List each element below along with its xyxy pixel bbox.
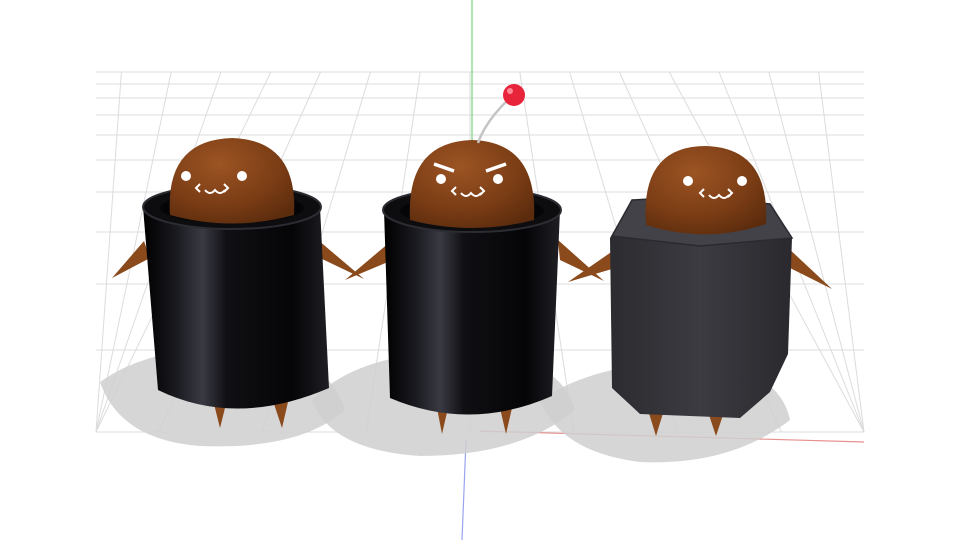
- left-arm: [112, 241, 150, 278]
- scene-canvas: [95, 0, 865, 540]
- 3d-viewport[interactable]: [0, 0, 960, 540]
- head: [409, 140, 535, 228]
- antenna-ball: [503, 84, 525, 106]
- right-arm: [786, 246, 832, 289]
- head: [645, 146, 767, 235]
- head: [169, 138, 295, 224]
- z-axis-line: [461, 439, 467, 540]
- cup-body: [384, 210, 560, 415]
- grid-line-depth: [818, 71, 865, 433]
- antenna: [476, 84, 525, 144]
- left-arm: [345, 242, 390, 280]
- cup-body: [143, 207, 329, 409]
